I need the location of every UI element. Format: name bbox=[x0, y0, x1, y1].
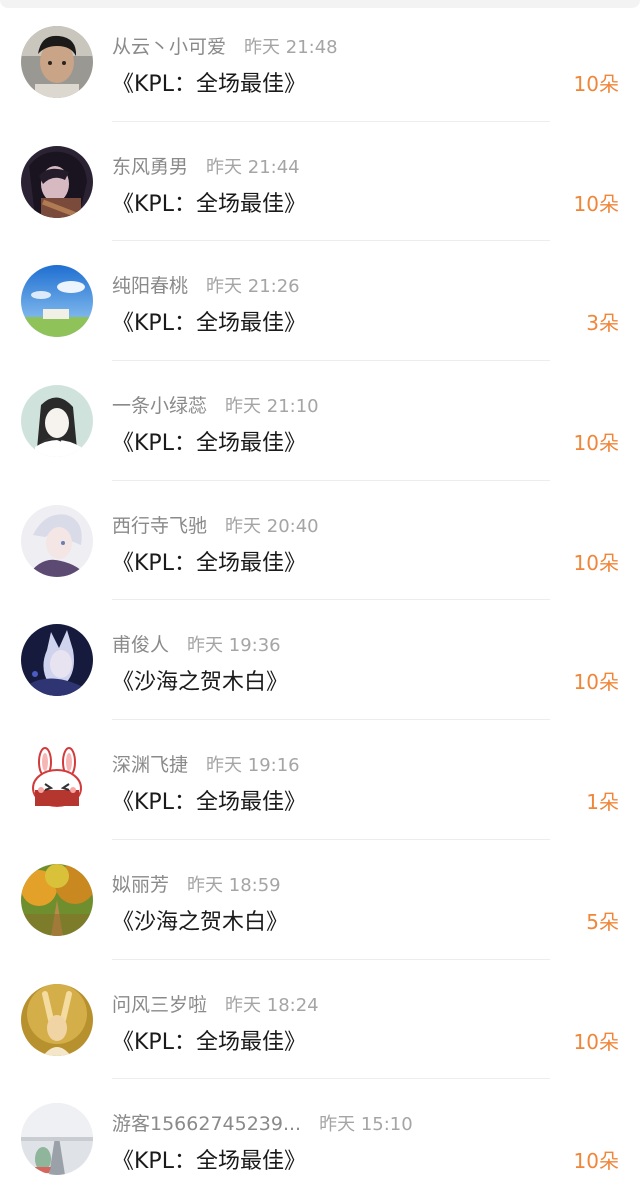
flower-count: 3朵 bbox=[586, 311, 619, 336]
avatar-bunny-icon bbox=[21, 744, 93, 817]
user-name[interactable]: 姒丽芳 bbox=[112, 870, 169, 897]
timestamp: 昨天 21:10 bbox=[225, 396, 319, 418]
flower-count: 10朵 bbox=[573, 1149, 619, 1174]
list-item[interactable]: 问风三岁啦 昨天 18:24 《KPL：全场最佳》 10朵 bbox=[0, 960, 640, 1080]
list-item[interactable]: 西行寺飞驰 昨天 20:40 《KPL：全场最佳》 10朵 bbox=[0, 481, 640, 601]
avatar-sketch-girl-icon bbox=[21, 385, 93, 458]
user-name[interactable]: 东风勇男 bbox=[112, 152, 188, 179]
flower-count: 10朵 bbox=[573, 1029, 619, 1054]
flower-count: 5朵 bbox=[586, 909, 619, 934]
avatar-anime-white-icon bbox=[21, 504, 93, 577]
list-item[interactable]: 甫俊人 昨天 19:36 《沙海之贺木白》 10朵 bbox=[0, 600, 640, 721]
user-name[interactable]: 从云丶小可爱 bbox=[112, 32, 226, 59]
avatar[interactable] bbox=[21, 385, 93, 458]
gift-title: 《沙海之贺木白》 bbox=[112, 670, 289, 696]
gift-title: 《KPL：全场最佳》 bbox=[112, 311, 306, 337]
avatar[interactable] bbox=[21, 983, 93, 1056]
gift-record-list: 从云丶小可爱 昨天 21:48 《KPL：全场最佳》 10朵 东风勇男 昨天 2… bbox=[0, 0, 640, 1199]
avatar-anime-night-icon bbox=[21, 624, 93, 697]
timestamp: 昨天 18:59 bbox=[187, 874, 281, 896]
gift-title: 《KPL：全场最佳》 bbox=[112, 431, 306, 457]
user-name[interactable]: 甫俊人 bbox=[112, 630, 169, 657]
avatar-golden-portrait-icon bbox=[21, 983, 93, 1056]
gift-title: 《KPL：全场最佳》 bbox=[112, 191, 306, 217]
timestamp: 昨天 19:16 bbox=[206, 755, 300, 777]
user-name[interactable]: 西行寺飞驰 bbox=[112, 511, 207, 538]
list-item[interactable]: 姒丽芳 昨天 18:59 《沙海之贺木白》 5朵 bbox=[0, 840, 640, 960]
gift-title: 《KPL：全场最佳》 bbox=[112, 790, 306, 816]
avatar[interactable] bbox=[21, 145, 93, 218]
gift-title: 《KPL：全场最佳》 bbox=[112, 72, 306, 97]
avatar[interactable] bbox=[21, 744, 93, 817]
timestamp: 昨天 15:10 bbox=[319, 1114, 413, 1136]
timestamp: 昨天 19:36 bbox=[187, 635, 281, 657]
list-item[interactable]: 纯阳春桃 昨天 21:26 《KPL：全场最佳》 3朵 bbox=[0, 241, 640, 362]
avatar-anime-dark-icon bbox=[21, 145, 93, 218]
avatar[interactable] bbox=[21, 26, 93, 98]
avatar[interactable] bbox=[21, 863, 93, 936]
list-item[interactable]: 游客15662745239... 昨天 15:10 《KPL：全场最佳》 10朵 bbox=[0, 1079, 640, 1199]
flower-count: 10朵 bbox=[573, 191, 619, 216]
avatar[interactable] bbox=[21, 265, 93, 338]
timestamp: 昨天 21:44 bbox=[206, 156, 300, 178]
timestamp: 昨天 20:40 bbox=[225, 515, 319, 537]
flower-count: 10朵 bbox=[573, 550, 619, 575]
flower-count: 1朵 bbox=[586, 790, 619, 815]
flower-count: 10朵 bbox=[573, 72, 619, 96]
list-item[interactable]: 一条小绿蕊 昨天 21:10 《KPL：全场最佳》 10朵 bbox=[0, 361, 640, 481]
gift-title: 《沙海之贺木白》 bbox=[112, 909, 289, 935]
avatar-sky-scene-icon bbox=[21, 265, 93, 338]
flower-count: 10朵 bbox=[573, 431, 619, 456]
timestamp: 昨天 18:24 bbox=[225, 994, 319, 1016]
user-name[interactable]: 问风三岁啦 bbox=[112, 990, 207, 1017]
user-name[interactable]: 游客15662745239... bbox=[112, 1109, 301, 1136]
list-item[interactable]: 从云丶小可爱 昨天 21:48 《KPL：全场最佳》 10朵 bbox=[0, 2, 640, 122]
gift-title: 《KPL：全场最佳》 bbox=[112, 550, 306, 576]
timestamp: 昨天 21:26 bbox=[206, 276, 300, 298]
gift-title: 《KPL：全场最佳》 bbox=[112, 1029, 306, 1055]
user-name[interactable]: 深渊飞捷 bbox=[112, 750, 188, 777]
avatar[interactable] bbox=[21, 504, 93, 577]
list-item[interactable]: 东风勇男 昨天 21:44 《KPL：全场最佳》 10朵 bbox=[0, 122, 640, 242]
avatar-road-pale-icon bbox=[21, 1103, 93, 1176]
user-name[interactable]: 纯阳春桃 bbox=[112, 271, 188, 298]
timestamp: 昨天 21:48 bbox=[244, 37, 338, 58]
flower-count: 10朵 bbox=[573, 670, 619, 695]
avatar-photo-boy-icon bbox=[21, 26, 93, 98]
avatar[interactable] bbox=[21, 1103, 93, 1176]
list-item[interactable]: 深渊飞捷 昨天 19:16 《KPL：全场最佳》 1朵 bbox=[0, 720, 640, 840]
avatar[interactable] bbox=[21, 624, 93, 697]
avatar-autumn-road-icon bbox=[21, 863, 93, 936]
gift-title: 《KPL：全场最佳》 bbox=[112, 1149, 306, 1175]
user-name[interactable]: 一条小绿蕊 bbox=[112, 391, 207, 418]
